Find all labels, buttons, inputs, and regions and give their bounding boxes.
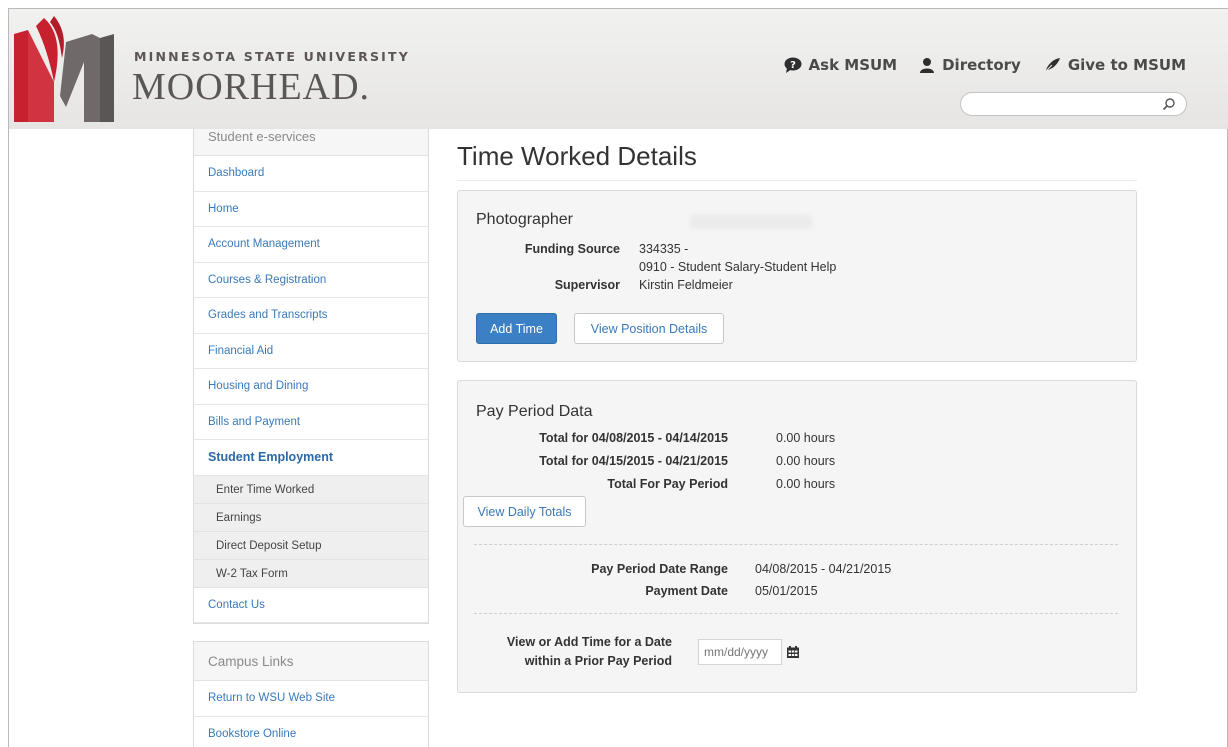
header-links: ? Ask MSUM Directory Give to MSUM [784, 56, 1186, 74]
pay-period-title: Pay Period Data [476, 403, 593, 420]
give-to-msum-label: Give to MSUM [1067, 56, 1186, 74]
payment-date-value: 05/01/2015 [755, 584, 818, 598]
date-range-label: Pay Period Date Range [591, 562, 728, 576]
total-pay-period-label: Total For Pay Period [607, 477, 728, 491]
view-position-details-button[interactable]: View Position Details [574, 313, 724, 344]
ask-msum-link[interactable]: ? Ask MSUM [784, 56, 898, 74]
total-week1-label: Total for 04/08/2015 - 04/14/2015 [539, 431, 728, 445]
logo-university-name: MINNESOTA STATE UNIVERSITY [134, 49, 410, 64]
search-icon[interactable] [1162, 97, 1176, 111]
divider [474, 544, 1118, 545]
person-icon [920, 58, 935, 73]
position-title: Photographer [476, 211, 573, 228]
sidebar-item-dashboard[interactable]: Dashboard [194, 156, 428, 192]
site-header: MINNESOTA STATE UNIVERSITY MOORHEAD. ? A… [9, 9, 1228, 129]
msum-logo-icon[interactable] [14, 12, 114, 122]
page-title: Time Worked Details [457, 141, 1137, 181]
directory-label: Directory [942, 56, 1021, 74]
sidebar-item-bills-payment[interactable]: Bills and Payment [194, 405, 428, 440]
sidebar-item-grades-transcripts[interactable]: Grades and Transcripts [194, 298, 428, 334]
total-week2-label: Total for 04/15/2015 - 04/21/2015 [539, 454, 728, 468]
sidebar-item-student-employment[interactable]: Student Employment [194, 440, 428, 476]
feather-icon [1043, 58, 1060, 73]
search-input[interactable] [971, 93, 1161, 115]
total-week1-value: 0.00 hours [776, 431, 836, 445]
supervisor-value: Kirstin Feldmeier [639, 278, 733, 292]
ask-msum-label: Ask MSUM [808, 56, 898, 74]
sidebar-subitem-enter-time-worked[interactable]: Enter Time Worked [194, 475, 428, 504]
e-services-panel: Student e-services Dashboard Home Accoun… [193, 129, 429, 624]
funding-source-label: Funding Source [524, 242, 620, 256]
sidebar-item-courses-registration[interactable]: Courses & Registration [194, 263, 428, 298]
sidebar-subitem-w2-tax-form[interactable]: W-2 Tax Form [194, 559, 428, 588]
prior-period-label-line2: within a Prior Pay Period [524, 654, 672, 668]
chat-question-icon: ? [784, 57, 802, 73]
sidebar-subitem-earnings[interactable]: Earnings [194, 503, 428, 532]
calendar-icon[interactable] [787, 646, 799, 658]
directory-link[interactable]: Directory [919, 56, 1021, 74]
prior-period-label-line1: View or Add Time for a Date [506, 635, 672, 649]
date-range-value: 04/08/2015 - 04/21/2015 [755, 562, 892, 576]
sidebar-item-home[interactable]: Home [194, 192, 428, 227]
total-week2-value: 0.00 hours [776, 454, 836, 468]
supervisor-label: Supervisor [554, 278, 620, 292]
sidebar-item-return-wsu[interactable]: Return to WSU Web Site [194, 681, 428, 717]
funding-source-value-1: 334335 - [639, 242, 689, 256]
add-time-button[interactable]: Add Time [476, 313, 557, 344]
position-panel: Photographer Funding Source 334335 - 091… [457, 190, 1137, 362]
logo-moorhead: MOORHEAD. [132, 66, 371, 108]
sidebar-item-contact-us[interactable]: Contact Us [194, 588, 428, 623]
main-content: Time Worked Details Photographer Funding… [457, 129, 1137, 693]
sidebar-subitem-direct-deposit[interactable]: Direct Deposit Setup [194, 531, 428, 560]
redacted-text [690, 215, 812, 229]
sidebar-item-housing-dining[interactable]: Housing and Dining [194, 369, 428, 405]
funding-source-value-2: 0910 - Student Salary-Student Help [639, 260, 837, 274]
sidebar-item-bookstore[interactable]: Bookstore Online [194, 717, 428, 747]
svg-text:?: ? [790, 60, 796, 71]
total-pay-period-value: 0.00 hours [776, 477, 836, 491]
divider [474, 613, 1118, 614]
payment-date-label: Payment Date [645, 584, 728, 598]
sidebar-heading: Student e-services [194, 129, 428, 156]
sidebar-item-account-management[interactable]: Account Management [194, 227, 428, 263]
prior-date-input[interactable] [698, 639, 782, 665]
give-to-msum-link[interactable]: Give to MSUM [1043, 56, 1186, 74]
page-frame: MINNESOTA STATE UNIVERSITY MOORHEAD. ? A… [8, 8, 1228, 747]
pay-period-panel: Pay Period Data Total for 04/08/2015 - 0… [457, 380, 1137, 693]
view-daily-totals-button[interactable]: View Daily Totals [463, 496, 586, 527]
sidebar-item-financial-aid[interactable]: Financial Aid [194, 334, 428, 369]
site-search [960, 92, 1187, 116]
